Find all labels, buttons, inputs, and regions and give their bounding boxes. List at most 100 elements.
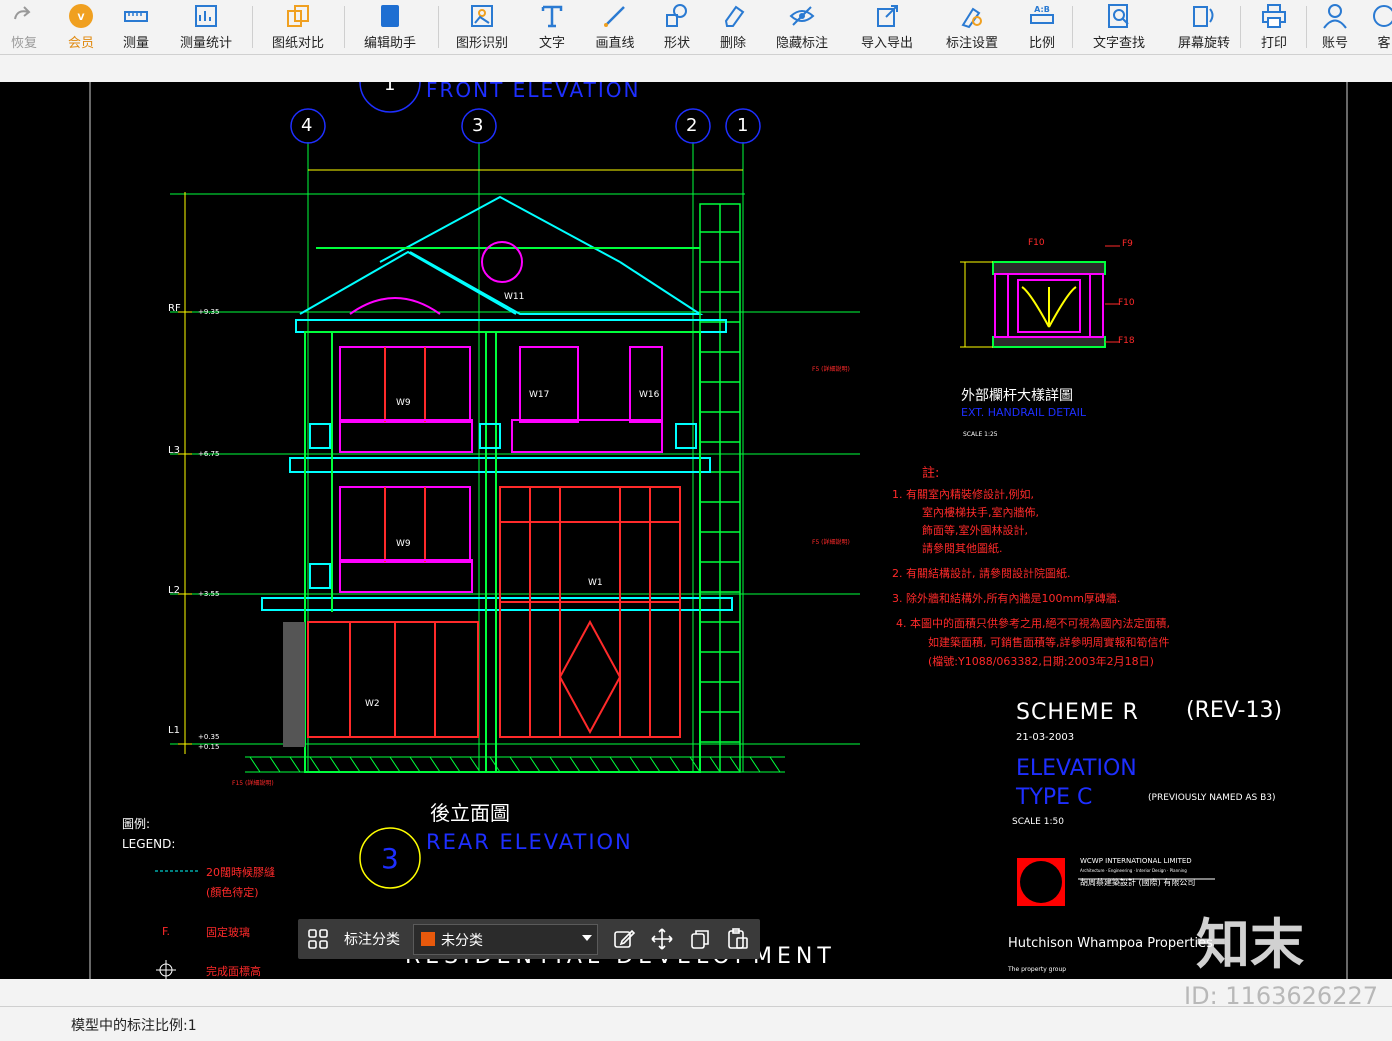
toolbar-button-7[interactable]: 文字: [522, 0, 582, 54]
level-value-3: +3.55: [198, 590, 220, 598]
grid-view-icon[interactable]: [307, 919, 329, 959]
note-line-9: (檔號:Y1088/063382,日期:2003年2月18日): [928, 655, 1154, 668]
shape-recognize-icon: [469, 3, 495, 29]
handrail-title-en: EXT. HANDRAIL DETAIL: [961, 406, 1086, 419]
elevation-type-line1: ELEVATION: [1016, 756, 1137, 781]
window-tag-w9-upper: W9: [396, 398, 411, 408]
toolbar-button-1[interactable]: V 会员: [51, 0, 111, 54]
note-line-3: 飾面等,室外園林設計,: [922, 524, 1028, 537]
window-tag-w11: W11: [504, 292, 525, 302]
text-search-icon: [1106, 3, 1132, 29]
rear-number: 3: [381, 842, 399, 875]
toolbar-button-9[interactable]: 形状: [647, 0, 707, 54]
toolbar-separator: [1306, 6, 1307, 48]
annotation-category-select[interactable]: 未分类: [413, 924, 598, 955]
note-line-5: 2. 有關結構設計, 請參閱設計院圖紙.: [892, 567, 1071, 580]
level-mark-l1: L1: [168, 725, 180, 736]
balconies: [309, 419, 697, 593]
window-tag-w16: W16: [639, 390, 660, 400]
hide-annotation-icon: [789, 3, 815, 29]
cad-canvas[interactable]: FRONT ELEVATION 4 3 2 1 1 RF L3 L2 L1 +9…: [0, 82, 1392, 979]
stone-texture: [283, 622, 305, 747]
toolbar-button-8[interactable]: 画直线: [585, 0, 645, 54]
toolbar-label: 测量: [122, 36, 149, 51]
toolbar-label: 导入导出: [860, 36, 913, 51]
toolbar-label: 删除: [719, 36, 746, 51]
toolbar-button-15[interactable]: 文字查找: [1089, 0, 1149, 54]
toolbar-label: 形状: [663, 36, 690, 51]
toolbar-separator: [252, 6, 253, 48]
legend-item-1: 20闊時候膠縫: [206, 866, 275, 879]
scheme-label: SCHEME R: [1016, 700, 1139, 725]
toolbar-button-4[interactable]: 图纸对比: [268, 0, 328, 54]
service-icon: [1371, 3, 1392, 29]
toolbar-button-0[interactable]: 恢复: [0, 0, 54, 54]
note-line-4: 請參閱其他圖紙.: [922, 542, 1003, 555]
level-value-4: +0.35: [198, 733, 220, 741]
notes-title: 註:: [922, 466, 940, 481]
copy-icon[interactable]: [688, 919, 712, 959]
toolbar-button-13[interactable]: 标注设置: [942, 0, 1002, 54]
toolbar-button-12[interactable]: 导入导出: [857, 0, 917, 54]
window-tag-w2: W2: [365, 699, 380, 709]
rotate-screen-icon: [1191, 3, 1217, 29]
watermark-brand: 知末: [1196, 913, 1304, 976]
elevation-type-line2: TYPE C: [1016, 785, 1093, 810]
grid-label-1: 1: [737, 115, 749, 136]
legend-title-cn: 圖例:: [122, 817, 151, 831]
company-subtitle: Architecture · Engineering · Interior De…: [1080, 868, 1187, 873]
toolbar-button-6[interactable]: 图形识别: [452, 0, 512, 54]
level-value-5: +0.15: [198, 743, 220, 751]
toolbar-button-3[interactable]: 测量统计: [176, 0, 236, 54]
toolbar-label: 账号: [1321, 36, 1348, 51]
toolbar-button-10[interactable]: 删除: [703, 0, 763, 54]
toolbar-label: 屏幕旋转: [1177, 36, 1230, 51]
toolbar-label: 隐藏标注: [775, 36, 828, 51]
toolbar-label: 打印: [1260, 36, 1287, 51]
toolbar-band: [0, 55, 1392, 82]
cad-edit-icon: [377, 3, 403, 29]
printer-icon: [1261, 3, 1287, 29]
toolbar-separator: [1072, 6, 1073, 48]
toolbar-label: 标注设置: [945, 36, 998, 51]
handrail-tag-f10: F10: [1118, 298, 1135, 308]
paste-icon[interactable]: [726, 919, 750, 959]
grid-bubbles: [290, 82, 761, 889]
type-scale: SCALE 1:50: [1012, 817, 1064, 827]
eraser-icon: [720, 3, 746, 29]
rear-title-cn: 後立面圖: [430, 801, 510, 825]
level-mark-rf: RF: [168, 303, 181, 314]
selected-category: 未分类: [441, 933, 483, 949]
handrail-tag-f18: F18: [1118, 336, 1135, 346]
level-mark-l2: L2: [168, 585, 180, 596]
window-tag-w17: W17: [529, 390, 550, 400]
company-logo: [1017, 858, 1065, 906]
client-subtitle: The property group: [1008, 966, 1067, 973]
compare-icon: [285, 3, 311, 29]
toolbar-label: 画直线: [595, 36, 635, 51]
edit-icon[interactable]: [612, 919, 636, 959]
toolbar-button-5[interactable]: 编辑助手: [360, 0, 420, 54]
level-value-1: +9.35: [198, 308, 220, 316]
move-icon[interactable]: [650, 919, 674, 959]
toolbar-button-19[interactable]: 客: [1354, 0, 1392, 54]
svg-text:A:B: A:B: [1034, 5, 1050, 14]
toolbar-label: 文字: [538, 36, 565, 51]
toolbar-button-17[interactable]: 打印: [1244, 0, 1304, 54]
toolbar-button-14[interactable]: A:B 比例: [1012, 0, 1072, 54]
scheme-date: 21-03-2003: [1016, 732, 1075, 743]
shape-icon: [664, 3, 690, 29]
legend-title-en: LEGEND:: [122, 837, 176, 851]
roof: [299, 195, 704, 315]
grid-label-3: 3: [472, 115, 484, 136]
revision-label: (REV-13): [1186, 698, 1283, 723]
toolbar-button-2[interactable]: 测量: [106, 0, 166, 54]
toolbar-label: 文字查找: [1092, 36, 1145, 51]
toolbar-button-11[interactable]: 隐藏标注: [772, 0, 832, 54]
toolbar-button-16[interactable]: 屏幕旋转: [1174, 0, 1234, 54]
ruler-icon: [123, 3, 149, 29]
text-icon: [539, 3, 565, 29]
handrail-detail: [960, 245, 1120, 348]
toolbar-label: 图形识别: [455, 36, 508, 51]
level-mark-l3: L3: [168, 445, 180, 456]
